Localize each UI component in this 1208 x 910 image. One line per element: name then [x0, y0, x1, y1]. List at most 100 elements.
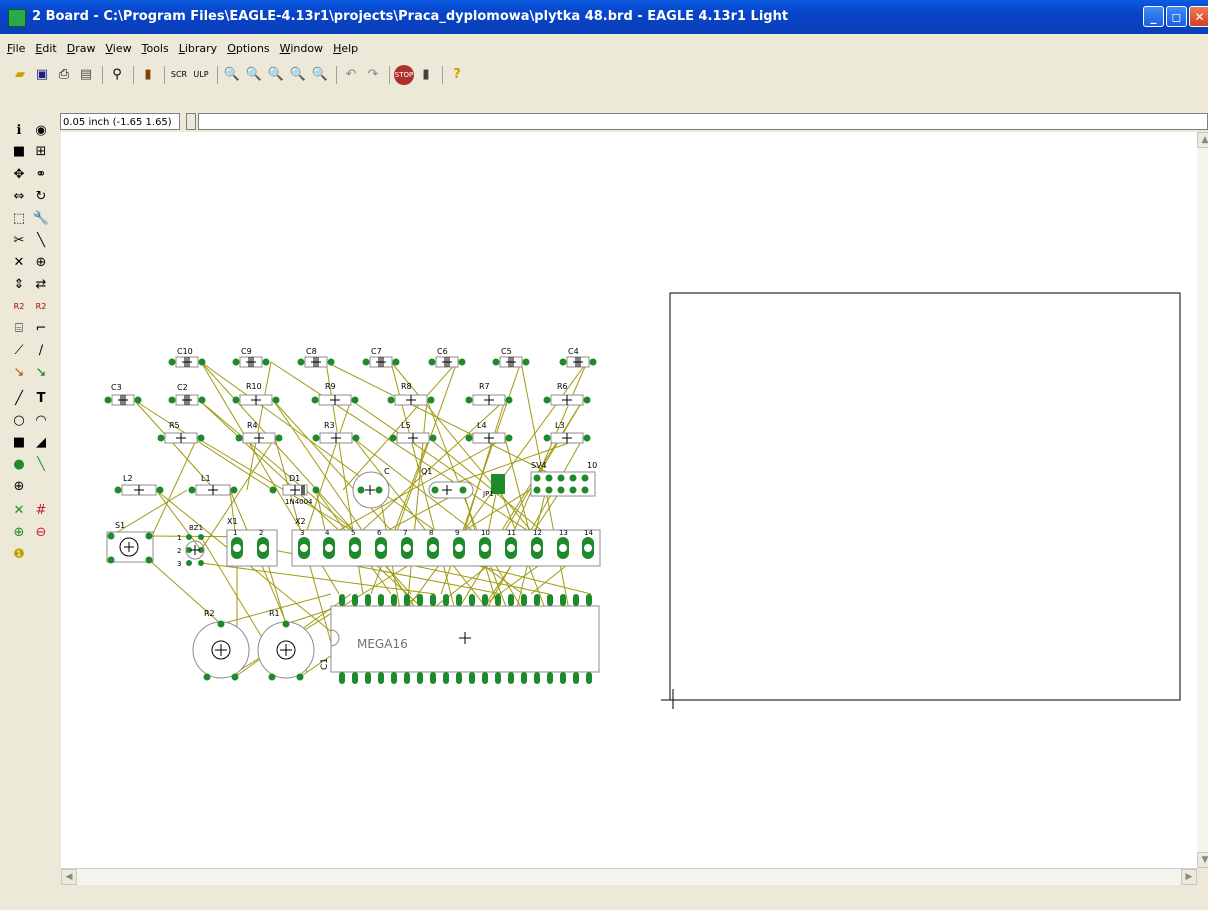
ic-pin	[365, 672, 371, 684]
auto-icon[interactable]: #	[32, 502, 50, 520]
library-icon[interactable]: ▮	[138, 65, 158, 85]
mirror-icon[interactable]: ⇔	[10, 188, 28, 206]
delete-icon[interactable]: ✕	[10, 254, 28, 272]
errors-icon[interactable]: ⊖	[32, 524, 50, 542]
menu-options[interactable]: Options	[224, 40, 272, 58]
save-icon[interactable]: ▣	[32, 65, 52, 85]
route-icon[interactable]: ↘	[10, 364, 28, 382]
zoom-fit-icon[interactable]: 🔍	[222, 65, 242, 85]
pad	[327, 358, 335, 366]
pinswap-icon[interactable]: ⇕	[10, 276, 28, 294]
pad	[458, 358, 466, 366]
menu-tools[interactable]: Tools	[139, 40, 172, 58]
scroll-right-button[interactable]: ▶	[1181, 869, 1197, 885]
part-label: R4	[247, 421, 258, 430]
script-icon[interactable]: SCR	[169, 65, 189, 85]
ic-pin	[352, 594, 358, 606]
ic-pin	[586, 672, 592, 684]
part-label: R5	[169, 421, 180, 430]
paste-icon[interactable]: ╲	[32, 232, 50, 250]
redo-icon[interactable]: ↷	[363, 65, 383, 85]
zoom-select-icon[interactable]: 🔍	[310, 65, 330, 85]
info-icon[interactable]: ℹ	[10, 122, 28, 140]
zoom-in-icon[interactable]: 🔍	[244, 65, 264, 85]
ulp-icon[interactable]: ULP	[191, 65, 211, 85]
signal-icon[interactable]: ╲	[32, 456, 50, 474]
rect-icon[interactable]: ■	[10, 434, 28, 452]
change-icon[interactable]: 🔧	[32, 210, 50, 228]
minimize-button[interactable]: _	[1143, 6, 1164, 27]
value-icon[interactable]: R2	[32, 298, 50, 316]
drc-icon[interactable]: ⊕	[10, 524, 28, 542]
pin-number: 7	[403, 529, 407, 537]
cam-icon[interactable]: ▤	[76, 65, 96, 85]
toolbar-separator	[442, 66, 443, 84]
polygon-icon[interactable]: ◢	[32, 434, 50, 452]
coordinate-display: 0.05 inch (-1.65 1.65)	[60, 113, 180, 130]
board-drawing[interactable]: C10 C9 C8 C7 C6 C5 C4C3 C2 R10 R9 R8 R7 R6R5 R4 R3 L5 L4…	[61, 132, 1197, 868]
part-label: L1	[201, 474, 211, 483]
smash-icon[interactable]: ⌸	[10, 320, 28, 338]
split-icon[interactable]: ⟋	[10, 342, 28, 360]
open-icon[interactable]: ▰	[10, 65, 30, 85]
scroll-down-button[interactable]: ▼	[1197, 852, 1208, 868]
command-history-button[interactable]	[186, 113, 196, 130]
title-bar: 2 Board - C:\Program Files\EAGLE-4.13r1\…	[0, 0, 1208, 34]
group-icon[interactable]: ⬚	[10, 210, 28, 228]
display-icon[interactable]: ■	[10, 143, 28, 161]
pin-number: 8	[429, 529, 433, 537]
ripup-icon[interactable]: ↘	[32, 364, 50, 382]
menu-window[interactable]: Window	[277, 40, 326, 58]
board-icon[interactable]: ⚲	[107, 65, 127, 85]
menu-view[interactable]: View	[102, 40, 134, 58]
move-icon[interactable]: ✥	[10, 166, 28, 184]
stop-icon[interactable]: STOP	[394, 65, 414, 85]
menu-help[interactable]: Help	[330, 40, 361, 58]
erc-icon[interactable]: ❶	[10, 546, 28, 564]
add-icon[interactable]: ⊕	[32, 254, 50, 272]
menu-file[interactable]: File	[4, 40, 28, 58]
terminal-hole	[325, 544, 333, 552]
menu-draw[interactable]: Draw	[64, 40, 99, 58]
part-label: L2	[123, 474, 133, 483]
rotate-icon[interactable]: ↻	[32, 188, 50, 206]
circle-icon[interactable]: ○	[10, 412, 28, 430]
pad	[145, 556, 153, 564]
window-title: 2 Board - C:\Program Files\EAGLE-4.13r1\…	[32, 9, 789, 24]
scroll-left-button[interactable]: ◀	[61, 869, 77, 885]
close-button[interactable]: ✕	[1189, 6, 1208, 27]
wire-icon[interactable]: ╱	[10, 390, 28, 408]
text-icon[interactable]: T	[32, 390, 50, 408]
pad	[186, 534, 192, 540]
zoom-out-icon[interactable]: 🔍	[266, 65, 286, 85]
pad	[230, 486, 238, 494]
menu-edit[interactable]: Edit	[32, 40, 59, 58]
hole-icon[interactable]: ⊕	[10, 478, 28, 496]
help-icon[interactable]: ?	[447, 65, 467, 85]
arc-icon[interactable]: ◠	[32, 412, 50, 430]
zoom-redraw-icon[interactable]: 🔍	[288, 65, 308, 85]
print-icon[interactable]: ⎙	[54, 65, 74, 85]
scroll-up-button[interactable]: ▲	[1197, 132, 1208, 148]
menu-library[interactable]: Library	[176, 40, 220, 58]
copy-icon[interactable]: ⚭	[32, 166, 50, 184]
via-icon[interactable]: ●	[10, 456, 28, 474]
cut-icon[interactable]: ✂	[10, 232, 28, 250]
go-icon[interactable]: ▮	[416, 65, 436, 85]
optimize-icon[interactable]: ∕	[32, 342, 50, 360]
maximize-button[interactable]: ◻	[1166, 6, 1187, 27]
vertical-scrollbar[interactable]: ▲ ▼	[1197, 132, 1208, 868]
horizontal-scrollbar[interactable]: ◀ ▶	[61, 868, 1197, 885]
pad	[581, 486, 589, 494]
show-icon[interactable]: ◉	[32, 122, 50, 140]
mark-icon[interactable]: ⊞	[32, 143, 50, 161]
replace-icon[interactable]: ⇄	[32, 276, 50, 294]
undo-icon[interactable]: ↶	[341, 65, 361, 85]
board-canvas[interactable]: C10 C9 C8 C7 C6 C5 C4 C3 C2 R10 R9 R8 R7 R6 R5 R4 R3 L5 L4…	[61, 132, 1197, 868]
miter-icon[interactable]: ⌐	[32, 320, 50, 338]
pad	[231, 673, 239, 681]
name-icon[interactable]: R2	[10, 298, 28, 316]
ratsnest-icon[interactable]: ✕	[10, 502, 28, 520]
command-line-input[interactable]	[198, 113, 1208, 130]
pad	[232, 358, 240, 366]
